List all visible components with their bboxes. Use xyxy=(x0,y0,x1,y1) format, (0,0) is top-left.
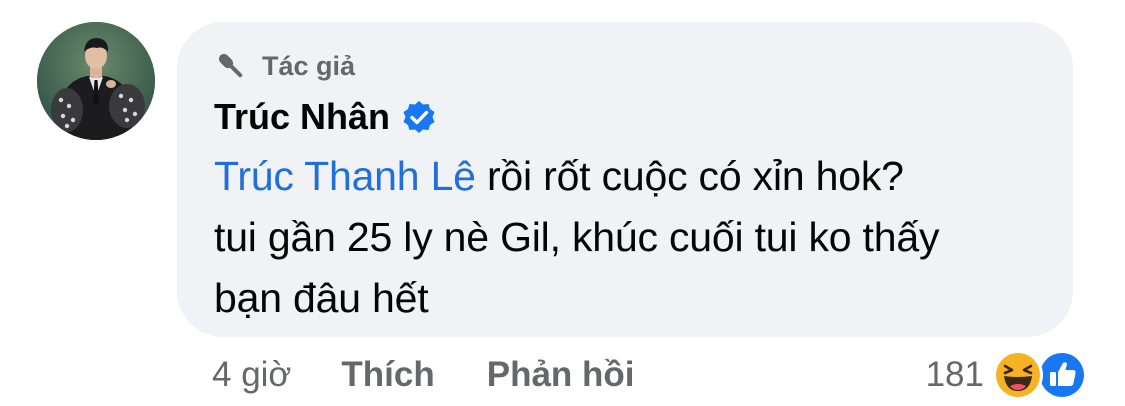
reply-button[interactable]: Phản hồi xyxy=(487,355,635,395)
comment-text-line2: tui gần 25 ly nè Gil, khúc cuối tui ko t… xyxy=(214,214,940,260)
comment-actions: 4 giờ Thích Phản hồi xyxy=(212,352,687,398)
avatar[interactable] xyxy=(37,22,155,140)
reaction-icons xyxy=(992,349,1090,401)
avatar-image xyxy=(37,22,155,140)
author-row: Trúc Nhân xyxy=(214,92,437,142)
author-badge-label: Tác giả xyxy=(262,50,356,81)
verified-badge-icon xyxy=(403,101,435,133)
author-name[interactable]: Trúc Nhân xyxy=(214,96,390,138)
haha-icon xyxy=(993,350,1043,400)
timestamp[interactable]: 4 giờ xyxy=(212,355,291,395)
mention-link[interactable]: Trúc Thanh Lê xyxy=(214,153,476,199)
comment-bubble: Tác giả Trúc Nhân Trúc Thanh Lê rồi rốt … xyxy=(177,22,1073,337)
reactions-summary[interactable]: 181 xyxy=(926,349,1090,401)
like-button[interactable]: Thích xyxy=(341,355,434,395)
microphone-icon xyxy=(218,53,243,78)
comment-text-line1: rồi rốt cuộc có xỉn hok? xyxy=(475,153,904,199)
reaction-count: 181 xyxy=(925,355,984,394)
author-badge: Tác giả xyxy=(214,46,355,86)
comment-text: Trúc Thanh Lê rồi rốt cuộc có xỉn hok? tu… xyxy=(214,146,1054,329)
comment-text-line3: bạn đâu hết xyxy=(214,275,429,321)
